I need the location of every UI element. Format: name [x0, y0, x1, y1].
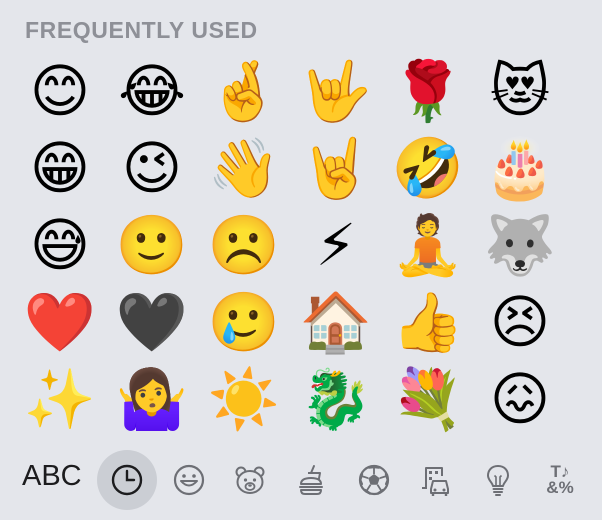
- emoji-slightly-smiling-key[interactable]: 🙂: [106, 206, 198, 283]
- emoji-birthday-cake-key[interactable]: 🎂: [474, 129, 566, 206]
- category-recent-button[interactable]: [97, 450, 157, 510]
- emoji-love-you-gesture-key[interactable]: 🤟: [290, 52, 382, 129]
- category-travel-button[interactable]: [406, 450, 466, 510]
- emoji-frowning-face-key[interactable]: ☹️: [198, 206, 290, 283]
- emoji-smiling-face-key[interactable]: 😊: [14, 52, 106, 129]
- emoji-sun-key[interactable]: ☀️: [198, 360, 290, 437]
- emoji-smiling-tear-key[interactable]: 🥲: [198, 283, 290, 360]
- emoji-lotus-position-key[interactable]: 🧘: [382, 206, 474, 283]
- category-bar: ABC T♪ &%: [0, 446, 602, 516]
- emoji-beaming-face-key[interactable]: 😁: [14, 129, 106, 206]
- emoji-house-key[interactable]: 🏠: [290, 283, 382, 360]
- category-food-button[interactable]: [282, 450, 342, 510]
- emoji-rose-key[interactable]: 🌹: [382, 52, 474, 129]
- category-activity-button[interactable]: [344, 450, 404, 510]
- category-objects-button[interactable]: [468, 450, 528, 510]
- smiley-icon: [173, 464, 205, 496]
- emoji-bouquet-key[interactable]: 💐: [382, 360, 474, 437]
- category-symbols-button[interactable]: T♪ &%: [530, 450, 590, 510]
- emoji-grinning-sweat-key[interactable]: 😅: [14, 206, 106, 283]
- lightbulb-icon: [487, 465, 509, 496]
- emoji-black-heart-key[interactable]: 🖤: [106, 283, 198, 360]
- category-smileys-button[interactable]: [159, 450, 219, 510]
- bear-icon: [235, 466, 265, 494]
- emoji-sign-of-horns-key[interactable]: 🤘: [290, 129, 382, 206]
- emoji-sparkles-key[interactable]: ✨: [14, 360, 106, 437]
- emoji-persevering-face-key[interactable]: 😣: [474, 283, 566, 360]
- emoji-waving-hand-key[interactable]: 👋: [198, 129, 290, 206]
- emoji-heart-eyes-cat-key[interactable]: 😻: [474, 52, 566, 129]
- burger-icon: [299, 465, 323, 495]
- emoji-dragon-key[interactable]: 🐉: [290, 360, 382, 437]
- emoji-crossed-fingers-key[interactable]: 🤞: [198, 52, 290, 129]
- clock-icon: [111, 464, 143, 496]
- category-animals-button[interactable]: [220, 450, 280, 510]
- symbols-icon: T♪ &%: [546, 462, 574, 497]
- emoji-thumbs-up-key[interactable]: 👍: [382, 283, 474, 360]
- building-car-icon: [422, 467, 449, 496]
- abc-keyboard-button[interactable]: ABC: [22, 460, 82, 493]
- emoji-high-voltage-key[interactable]: ⚡: [290, 206, 382, 283]
- soccer-ball-icon: [358, 464, 390, 496]
- emoji-woman-shrugging-key[interactable]: 🤷‍♀️: [106, 360, 198, 437]
- section-title: FREQUENTLY USED: [25, 17, 258, 43]
- emoji-rolling-laughing-key[interactable]: 🤣: [382, 129, 474, 206]
- emoji-grid: 😊 😂 🤞 🤟 🌹 😻 😁 😉 👋 🤘 🤣 🎂 😅 🙂 ☹️ ⚡ 🧘 🐺 ❤️ …: [14, 52, 566, 436]
- emoji-wolf-key[interactable]: 🐺: [474, 206, 566, 283]
- emoji-red-heart-key[interactable]: ❤️: [14, 283, 106, 360]
- emoji-winking-face-key[interactable]: 😉: [106, 129, 198, 206]
- emoji-confounded-face-key[interactable]: 😖: [474, 360, 566, 437]
- emoji-tears-of-joy-key[interactable]: 😂: [106, 52, 198, 129]
